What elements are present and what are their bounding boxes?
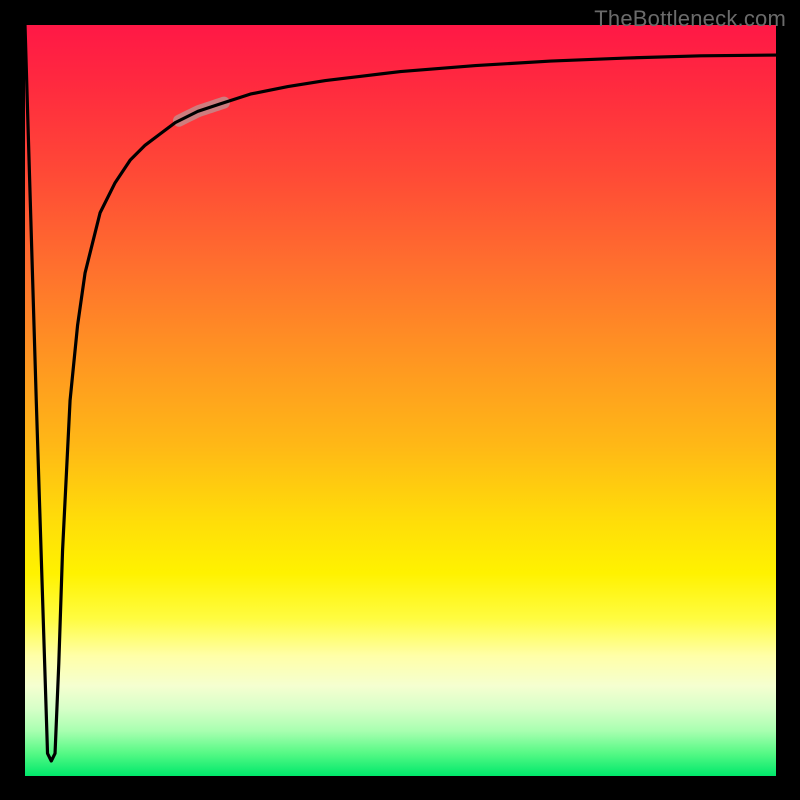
chart-container: TheBottleneck.com xyxy=(0,0,800,800)
plot-frame xyxy=(25,25,776,776)
watermark-text: TheBottleneck.com xyxy=(594,6,786,32)
line-chart-svg xyxy=(25,25,776,776)
curve-series xyxy=(25,25,776,761)
